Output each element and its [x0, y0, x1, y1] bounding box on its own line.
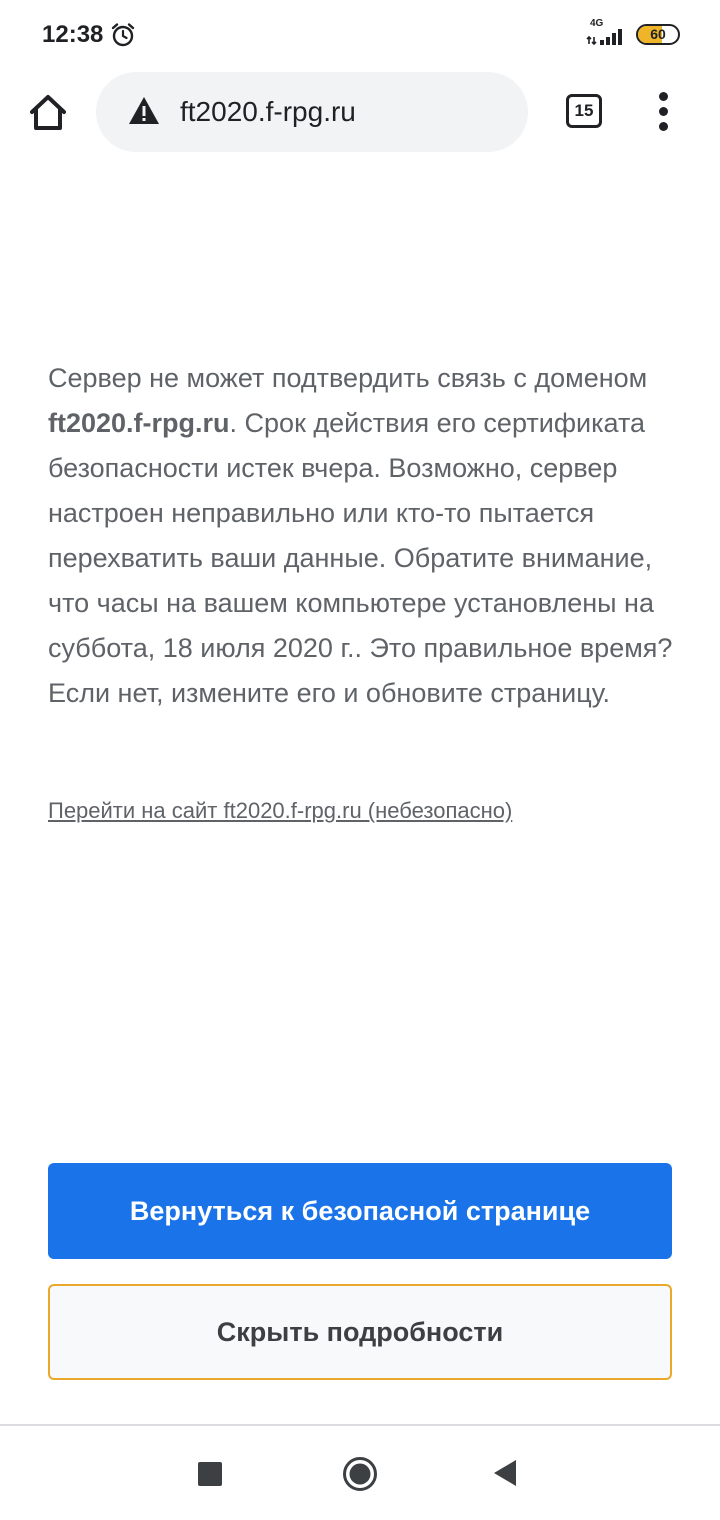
menu-dot	[659, 122, 668, 131]
error-explanation: Сервер не может подтвердить связь с доме…	[48, 356, 678, 716]
proceed-unsafe-link[interactable]: Перейти на сайт ft2020.f-rpg.ru (небезоп…	[48, 796, 512, 826]
more-vert-icon[interactable]	[650, 92, 678, 132]
tab-count: 15	[574, 101, 594, 120]
hide-details-button[interactable]: Скрыть подробности	[48, 1284, 672, 1380]
url-text[interactable]: ft2020.f-rpg.ru	[180, 94, 356, 130]
cellular-signal-icon: 4G	[586, 18, 628, 48]
circle-home-icon[interactable]	[342, 1456, 378, 1492]
alarm-clock-icon	[111, 23, 135, 47]
battery-indicator: 60	[636, 24, 680, 45]
address-bar[interactable]: ft2020.f-rpg.ru	[96, 72, 528, 152]
triangle-back-icon[interactable]	[492, 1458, 518, 1488]
menu-dot	[659, 92, 668, 101]
warning-triangle-icon[interactable]	[128, 96, 160, 126]
back-to-safety-button[interactable]: Вернуться к безопасной странице	[48, 1163, 672, 1259]
explanation-domain: ft2020.f-rpg.ru	[48, 408, 230, 438]
tab-switcher-button[interactable]: 15	[566, 94, 602, 128]
explanation-text-start: Сервер не может подтвердить связь с доме…	[48, 363, 648, 393]
square-recents-icon[interactable]	[198, 1462, 222, 1486]
home-icon[interactable]	[26, 90, 70, 134]
status-bar: 12:38 4G 60	[0, 0, 720, 70]
menu-dot	[659, 107, 668, 116]
system-nav-bar	[0, 1424, 720, 1520]
explanation-text-end: . Срок действия его сертификата безопасн…	[48, 408, 673, 708]
status-time: 12:38	[42, 21, 104, 48]
battery-percent: 60	[650, 26, 666, 42]
